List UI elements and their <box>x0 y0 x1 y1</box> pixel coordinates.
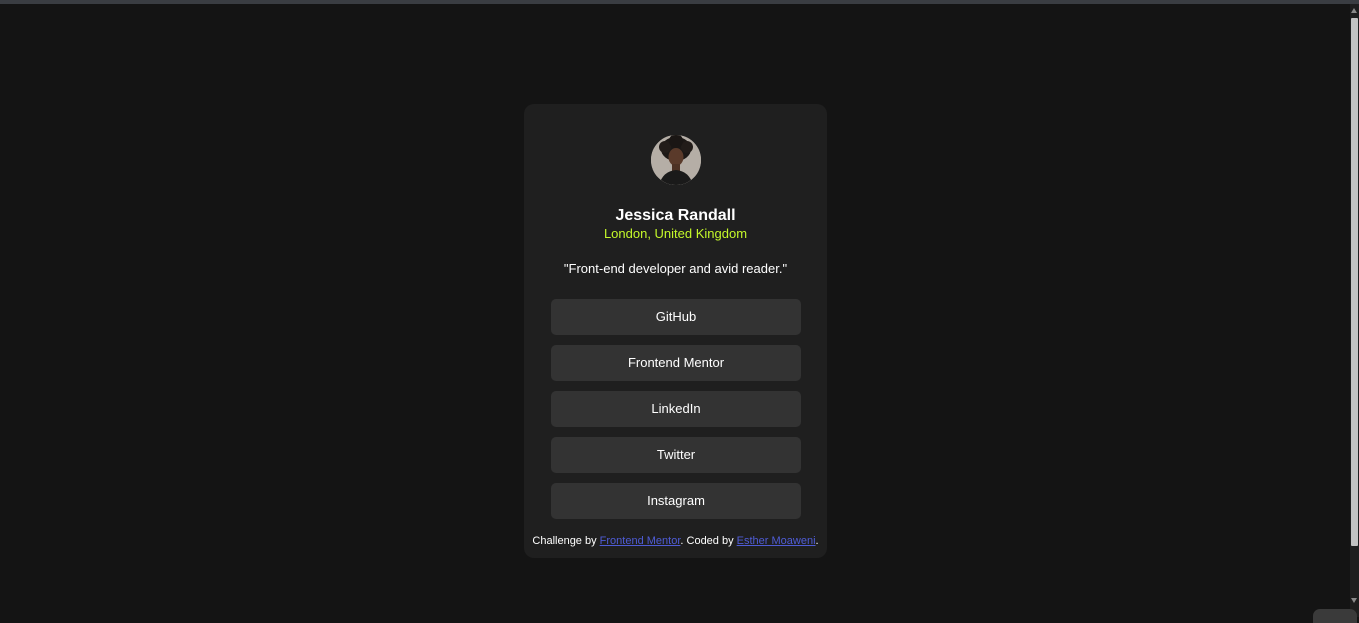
profile-photo-icon <box>651 135 701 185</box>
frontend-mentor-link[interactable]: Frontend Mentor <box>600 535 681 547</box>
attribution-prefix: Challenge by <box>532 535 599 547</box>
browser-top-strip <box>0 0 1359 4</box>
social-links: GitHub Frontend Mentor LinkedIn Twitter … <box>551 299 801 529</box>
scroll-up-arrow-icon[interactable] <box>1351 8 1357 13</box>
profile-location: London, United Kingdom <box>524 226 827 242</box>
link-instagram-button[interactable]: Instagram <box>551 483 801 519</box>
corner-widget[interactable] <box>1313 609 1357 623</box>
author-link[interactable]: Esther Moaweni <box>737 535 816 547</box>
profile-card: Jessica Randall London, United Kingdom "… <box>524 104 827 558</box>
link-frontend-mentor-button[interactable]: Frontend Mentor <box>551 345 801 381</box>
attribution: Challenge by Frontend Mentor. Coded by E… <box>524 534 827 548</box>
attribution-suffix: . <box>816 535 819 547</box>
vertical-scrollbar[interactable] <box>1350 4 1359 617</box>
scroll-down-arrow-icon[interactable] <box>1351 598 1357 603</box>
profile-name: Jessica Randall <box>524 206 827 226</box>
profile-bio: "Front-end developer and avid reader." <box>524 261 827 277</box>
link-github-button[interactable]: GitHub <box>551 299 801 335</box>
scrollbar-thumb[interactable] <box>1351 18 1358 546</box>
avatar <box>651 135 701 185</box>
link-linkedin-button[interactable]: LinkedIn <box>551 391 801 427</box>
attribution-middle: . Coded by <box>680 535 736 547</box>
link-twitter-button[interactable]: Twitter <box>551 437 801 473</box>
